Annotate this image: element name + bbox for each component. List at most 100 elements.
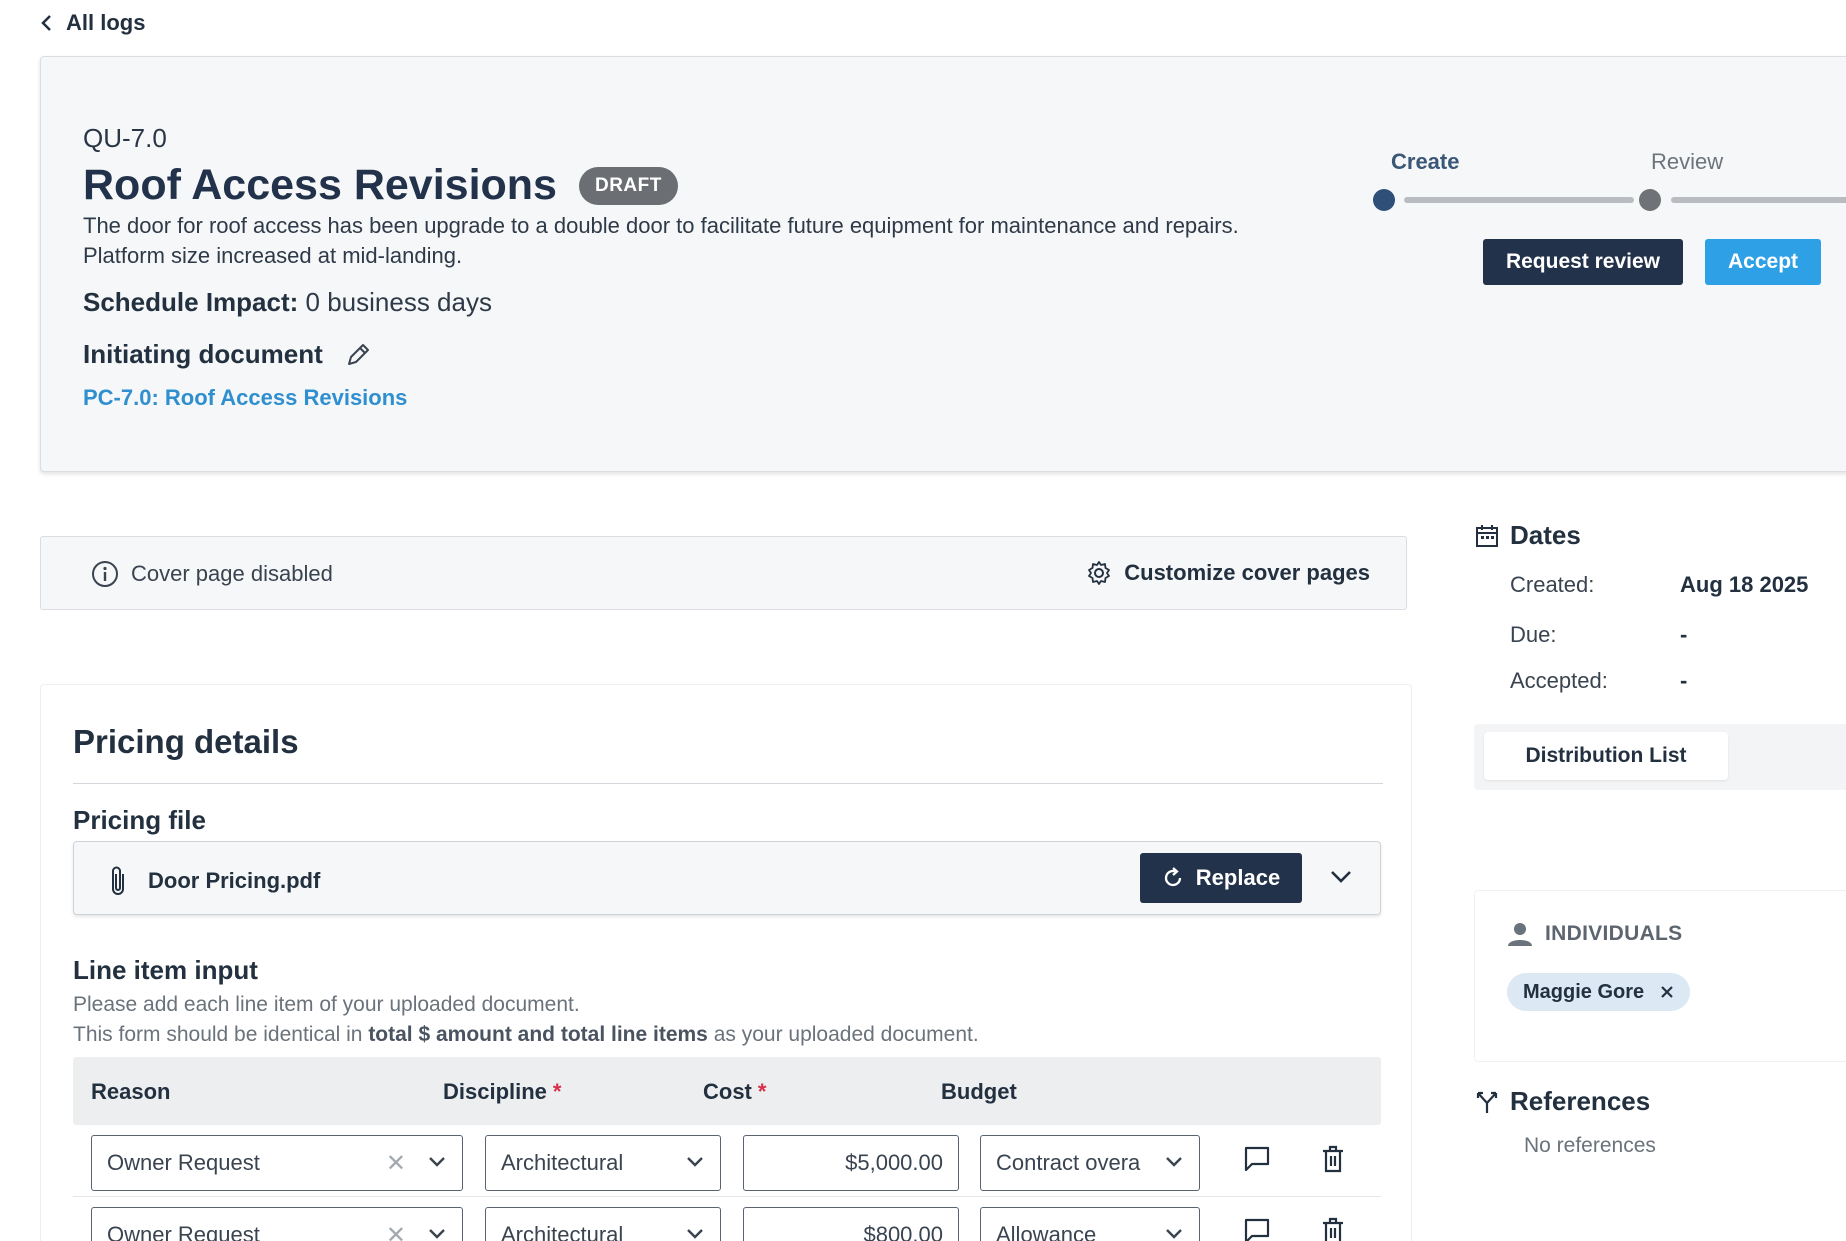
individual-chip: Maggie Gore [1507,973,1691,1011]
comment-icon[interactable] [1243,1217,1271,1241]
discipline-value: Architectural [501,1150,624,1175]
document-header-card: QU-7.0 Roof Access Revisions DRAFT The d… [40,56,1846,472]
pencil-icon[interactable] [345,342,371,368]
step-review-label: Review [1651,149,1724,174]
calendar-icon [1476,524,1498,547]
step-review-dot [1639,189,1661,211]
reason-value: Owner Request [107,1150,260,1175]
budget-select[interactable]: Allowance [980,1207,1200,1241]
date-value-created: Aug 18 2025 [1680,572,1809,597]
replace-button[interactable]: Replace [1140,853,1302,903]
document-id: QU-7.0 [83,123,167,153]
help-text-part: This form should be identical in [73,1023,369,1046]
individual-name: Maggie Gore [1523,980,1645,1003]
fork-icon [1476,1091,1498,1113]
discipline-select[interactable]: Architectural [485,1207,721,1241]
chevron-down-icon [1166,1157,1182,1167]
status-badge: DRAFT [578,166,678,205]
cost-value: $5,000.00 [845,1150,943,1175]
column-header-label: Budget [941,1079,1017,1104]
column-header-cost: Cost * [703,1079,766,1105]
chevron-down-icon [429,1157,445,1167]
reason-select[interactable]: Owner Request ✕ [91,1135,463,1191]
step-connector [1671,197,1846,203]
request-review-button[interactable]: Request review [1483,239,1683,285]
title-row: Roof Access Revisions DRAFT [83,161,678,210]
info-icon [92,561,118,587]
chevron-down-icon [687,1229,703,1239]
pricing-file-box: Door Pricing.pdf Replace [73,841,1381,915]
trash-icon[interactable] [1321,1217,1345,1241]
reason-value: Owner Request [107,1222,260,1241]
pricing-details-card: Pricing details Pricing file Door Pricin… [40,684,1412,1241]
chevron-left-icon [41,15,51,31]
pricing-file-name: Door Pricing.pdf [108,864,320,898]
step-create-dot [1373,189,1395,211]
cover-page-status-text: Cover page disabled [131,561,333,586]
schedule-impact-value: 0 business days [305,287,492,317]
column-header-budget: Budget [941,1079,1017,1105]
initiating-document-link[interactable]: PC-7.0: Roof Access Revisions [83,385,407,411]
file-name-text: Door Pricing.pdf [148,868,321,893]
cost-input[interactable]: $5,000.00 [743,1135,959,1191]
divider [73,783,1383,784]
date-label-accepted: Accepted: [1510,668,1608,693]
schedule-impact-label: Schedule Impact: [83,287,299,317]
individuals-heading: INDIVIDUALS [1507,921,1682,947]
cover-page-bar: Cover page disabled Customize cover page… [40,536,1407,610]
customize-cover-pages-label: Customize cover pages [1124,560,1370,585]
table-row: Owner Request ✕ Architectural $800.00 Al… [73,1197,1381,1241]
clear-icon[interactable]: ✕ [386,1221,406,1241]
budget-value: Contract overa [996,1150,1141,1175]
column-header-label: Reason [91,1079,171,1104]
initiating-document-label: Initiating document [83,339,323,369]
distribution-tabs: Distribution List [1474,724,1846,790]
pricing-details-title: Pricing details [73,723,299,760]
refresh-icon [1164,867,1181,887]
date-value-accepted: - [1680,668,1688,693]
chevron-down-icon[interactable] [1328,864,1354,890]
chevron-down-icon [429,1229,445,1239]
close-icon[interactable] [1660,985,1674,999]
initiating-document-heading: Initiating document [83,339,371,370]
clear-icon[interactable]: ✕ [386,1149,406,1178]
line-item-help-text: This form should be identical in total $… [73,1023,979,1047]
budget-select[interactable]: Contract overa [980,1135,1200,1191]
date-label-created: Created: [1510,572,1595,597]
date-value-due: - [1680,622,1688,647]
references-empty-text: No references [1524,1134,1656,1157]
individuals-panel: INDIVIDUALS Maggie Gore [1474,890,1846,1062]
cost-value: $800.00 [863,1222,943,1241]
column-header-discipline: Discipline * [443,1079,561,1105]
paperclip-icon [112,866,124,895]
replace-label: Replace [1195,865,1281,890]
accept-button[interactable]: Accept [1705,239,1821,285]
gear-icon [1088,561,1111,585]
back-link[interactable]: All logs [40,10,145,36]
pricing-file-label: Pricing file [73,805,206,835]
line-item-input-title: Line item input [73,955,258,985]
trash-icon[interactable] [1321,1145,1345,1173]
tab-distribution-list[interactable]: Distribution List [1484,732,1728,780]
column-header-reason: Reason [91,1079,170,1105]
required-mark: * [757,1079,767,1104]
chevron-down-icon [1166,1229,1182,1239]
help-text-part: as your uploaded document. [707,1023,979,1046]
references-title: References [1510,1086,1651,1116]
required-mark: * [552,1079,562,1104]
step-connector [1404,197,1634,203]
cover-page-status: Cover page disabled [91,560,333,588]
column-header-label: Discipline [443,1079,547,1104]
document-description: The door for roof access has been upgrad… [83,213,1239,268]
discipline-select[interactable]: Architectural [485,1135,721,1191]
person-icon [1508,923,1532,946]
cost-input[interactable]: $800.00 [743,1207,959,1241]
comment-icon[interactable] [1243,1145,1271,1173]
schedule-impact: Schedule Impact: 0 business days [83,287,492,318]
discipline-value: Architectural [501,1222,624,1241]
reason-select[interactable]: Owner Request ✕ [91,1207,463,1241]
step-create-label: Create [1391,149,1460,174]
individuals-title: INDIVIDUALS [1545,922,1683,945]
budget-value: Allowance [996,1222,1097,1241]
customize-cover-pages-button[interactable]: Customize cover pages [1086,560,1370,586]
